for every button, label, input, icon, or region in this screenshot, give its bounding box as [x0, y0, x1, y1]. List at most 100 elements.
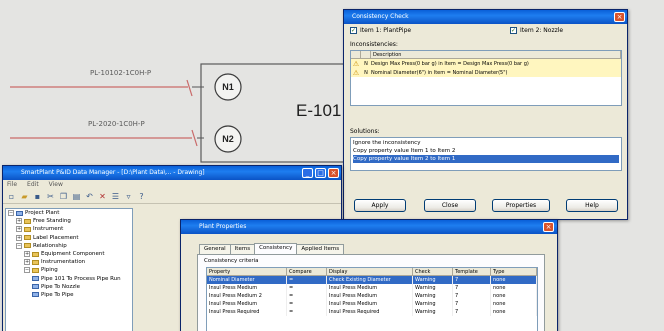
inconsistency-row[interactable]: ⚠ N Design Max Press(0 bar g) in Item = … [351, 59, 621, 68]
properties-button[interactable]: Properties [492, 199, 550, 212]
undo-icon[interactable]: ↶ [85, 192, 94, 201]
check-icon: ✓ [350, 27, 357, 34]
cell-display: Insul Press Medium [327, 300, 413, 308]
tree-item[interactable]: + Instrument [6, 225, 132, 233]
expand-icon[interactable]: + [16, 226, 22, 233]
copy-icon[interactable]: ❐ [59, 192, 68, 201]
menu-view[interactable]: View [49, 180, 63, 190]
criteria-row[interactable]: Insul Press Medium 2 = Insul Press Medium W… [207, 292, 537, 300]
tree-item[interactable]: − Relationship [6, 242, 132, 250]
help-button[interactable]: Help [566, 199, 618, 212]
nozzle-label-n2: N2 [222, 134, 234, 144]
dialog-button-row: Apply Close Properties Help [344, 199, 627, 213]
help-icon[interactable]: ? [137, 192, 146, 201]
consistency-criteria-grid[interactable]: Property Compare Display Check Template … [206, 267, 538, 331]
collapse-icon[interactable]: − [24, 267, 30, 274]
tree-item[interactable]: + Instrumentation [6, 258, 132, 266]
inconsistencies-grid[interactable]: Description ⚠ N Design Max Press(0 bar g… [350, 50, 622, 106]
tree-item[interactable]: Pipe 101 To Process Pipe Run [6, 275, 132, 283]
menu-bar: File Edit View [3, 180, 341, 190]
expand-icon[interactable]: + [16, 234, 22, 241]
item2-checkbox[interactable]: ✓ Item 2: Nozzle [510, 27, 563, 34]
collapse-icon[interactable]: − [16, 242, 22, 249]
cell-type: none [491, 300, 537, 308]
cell-type: none [491, 308, 537, 316]
cell-property: Nominal Diameter [207, 276, 287, 284]
cell-type: none [491, 276, 537, 284]
solution-item-selected[interactable]: Copy property value Item 2 to Item 1 [353, 155, 619, 163]
header-compare[interactable]: Compare [287, 268, 327, 275]
tree-item-label: Project Plant [25, 210, 60, 216]
open-folder-icon[interactable]: ▰ [20, 192, 29, 201]
folder-icon [24, 226, 31, 232]
menu-edit[interactable]: Edit [27, 180, 39, 190]
plant-tree[interactable]: − Project Plant + Free Standing + Instrument +… [5, 208, 133, 331]
maximize-icon[interactable]: □ [315, 168, 326, 178]
cell-template: 7 [453, 284, 491, 292]
cell-property: Insul Press Medium [207, 300, 287, 308]
properties-icon[interactable]: ☰ [111, 192, 120, 201]
collapse-icon[interactable]: − [8, 210, 14, 217]
properties-titlebar[interactable]: Plant Properties × [181, 220, 557, 234]
cut-icon[interactable]: ✂ [46, 192, 55, 201]
close-icon[interactable]: × [614, 12, 625, 22]
minimize-icon[interactable]: _ [302, 168, 313, 178]
tab-general[interactable]: General [199, 244, 231, 254]
solution-item[interactable]: Ignore the inconsistency [353, 139, 619, 147]
close-icon[interactable]: × [543, 222, 554, 232]
row-description: Nominal Diameter(6") in Item = Nominal D… [371, 69, 508, 76]
folder-icon [32, 251, 39, 257]
cell-template: 7 [453, 300, 491, 308]
tab-consistency[interactable]: Consistency [254, 243, 298, 254]
cell-check: Warning [413, 292, 453, 300]
cell-property: Insul Press Medium [207, 284, 287, 292]
tree-item[interactable]: + Label Placement [6, 234, 132, 242]
expand-icon[interactable]: + [24, 251, 30, 258]
solution-item[interactable]: Copy property value Item 1 to Item 2 [353, 147, 619, 155]
criteria-row[interactable]: Insul Press Required = Insul Press Require… [207, 308, 537, 316]
pipe-label-1: PL-10102-1C0H-P [90, 69, 152, 77]
expand-icon[interactable]: + [16, 218, 22, 225]
tree-item[interactable]: − Project Plant [6, 209, 132, 217]
delete-icon[interactable]: ✕ [98, 192, 107, 201]
consistency-titlebar[interactable]: Consistency Check × [344, 10, 627, 24]
item1-label: Item 1: PlantPipe [360, 27, 412, 34]
apply-button[interactable]: Apply [354, 199, 406, 212]
item1-checkbox[interactable]: ✓ Item 1: PlantPipe [350, 27, 411, 34]
filter-icon[interactable]: ▿ [124, 192, 133, 201]
inconsistency-row[interactable]: ⚠ N Nominal Diameter(6") in Item = Nomin… [351, 68, 621, 77]
close-icon[interactable]: × [328, 168, 339, 178]
expand-icon[interactable]: + [24, 259, 30, 266]
tree-item[interactable]: Pipe To Pipe [6, 291, 132, 299]
close-button[interactable]: Close [424, 199, 476, 212]
cell-property: Insul Press Medium 2 [207, 292, 287, 300]
criteria-row[interactable]: Nominal Diameter = Check Existing Diameter… [207, 276, 537, 284]
solutions-list[interactable]: Ignore the inconsistency Copy property v… [350, 137, 622, 171]
data-manager-titlebar[interactable]: SmartPlant P&ID Data Manager - [D:\Plant… [3, 166, 341, 180]
folder-icon [24, 235, 31, 241]
item-row: ✓ Item 1: PlantPipe ✓ Item 2: Nozzle [350, 27, 621, 37]
criteria-rows: Nominal Diameter = Check Existing Diameter… [207, 276, 537, 316]
criteria-row[interactable]: Insul Press Medium = Insul Press Medium War… [207, 300, 537, 308]
cell-check: Warning [413, 300, 453, 308]
header-template[interactable]: Template [453, 268, 491, 275]
paste-icon[interactable]: ▤ [72, 192, 81, 201]
header-display[interactable]: Display [327, 268, 413, 275]
criteria-row[interactable]: Insul Press Medium = Insul Press Medium War… [207, 284, 537, 292]
tab-applied-items[interactable]: Applied Items [296, 244, 345, 254]
tree-item[interactable]: + Equipment Component [6, 250, 132, 258]
tab-items[interactable]: Items [229, 244, 256, 254]
header-type[interactable]: Type [491, 268, 537, 275]
new-icon[interactable]: ▫ [7, 192, 16, 201]
warning-icon: ⚠ [352, 68, 360, 77]
tree-item[interactable]: + Free Standing [6, 217, 132, 225]
menu-file[interactable]: File [7, 180, 17, 190]
cell-template: 7 [453, 292, 491, 300]
tree-item[interactable]: − Piping [6, 266, 132, 274]
row-status: N [364, 69, 368, 76]
save-icon[interactable]: ▪ [33, 192, 42, 201]
folder-icon [24, 243, 31, 249]
header-property[interactable]: Property [207, 268, 287, 275]
header-check[interactable]: Check [413, 268, 453, 275]
tree-item[interactable]: Pipe To Nozzle [6, 283, 132, 291]
